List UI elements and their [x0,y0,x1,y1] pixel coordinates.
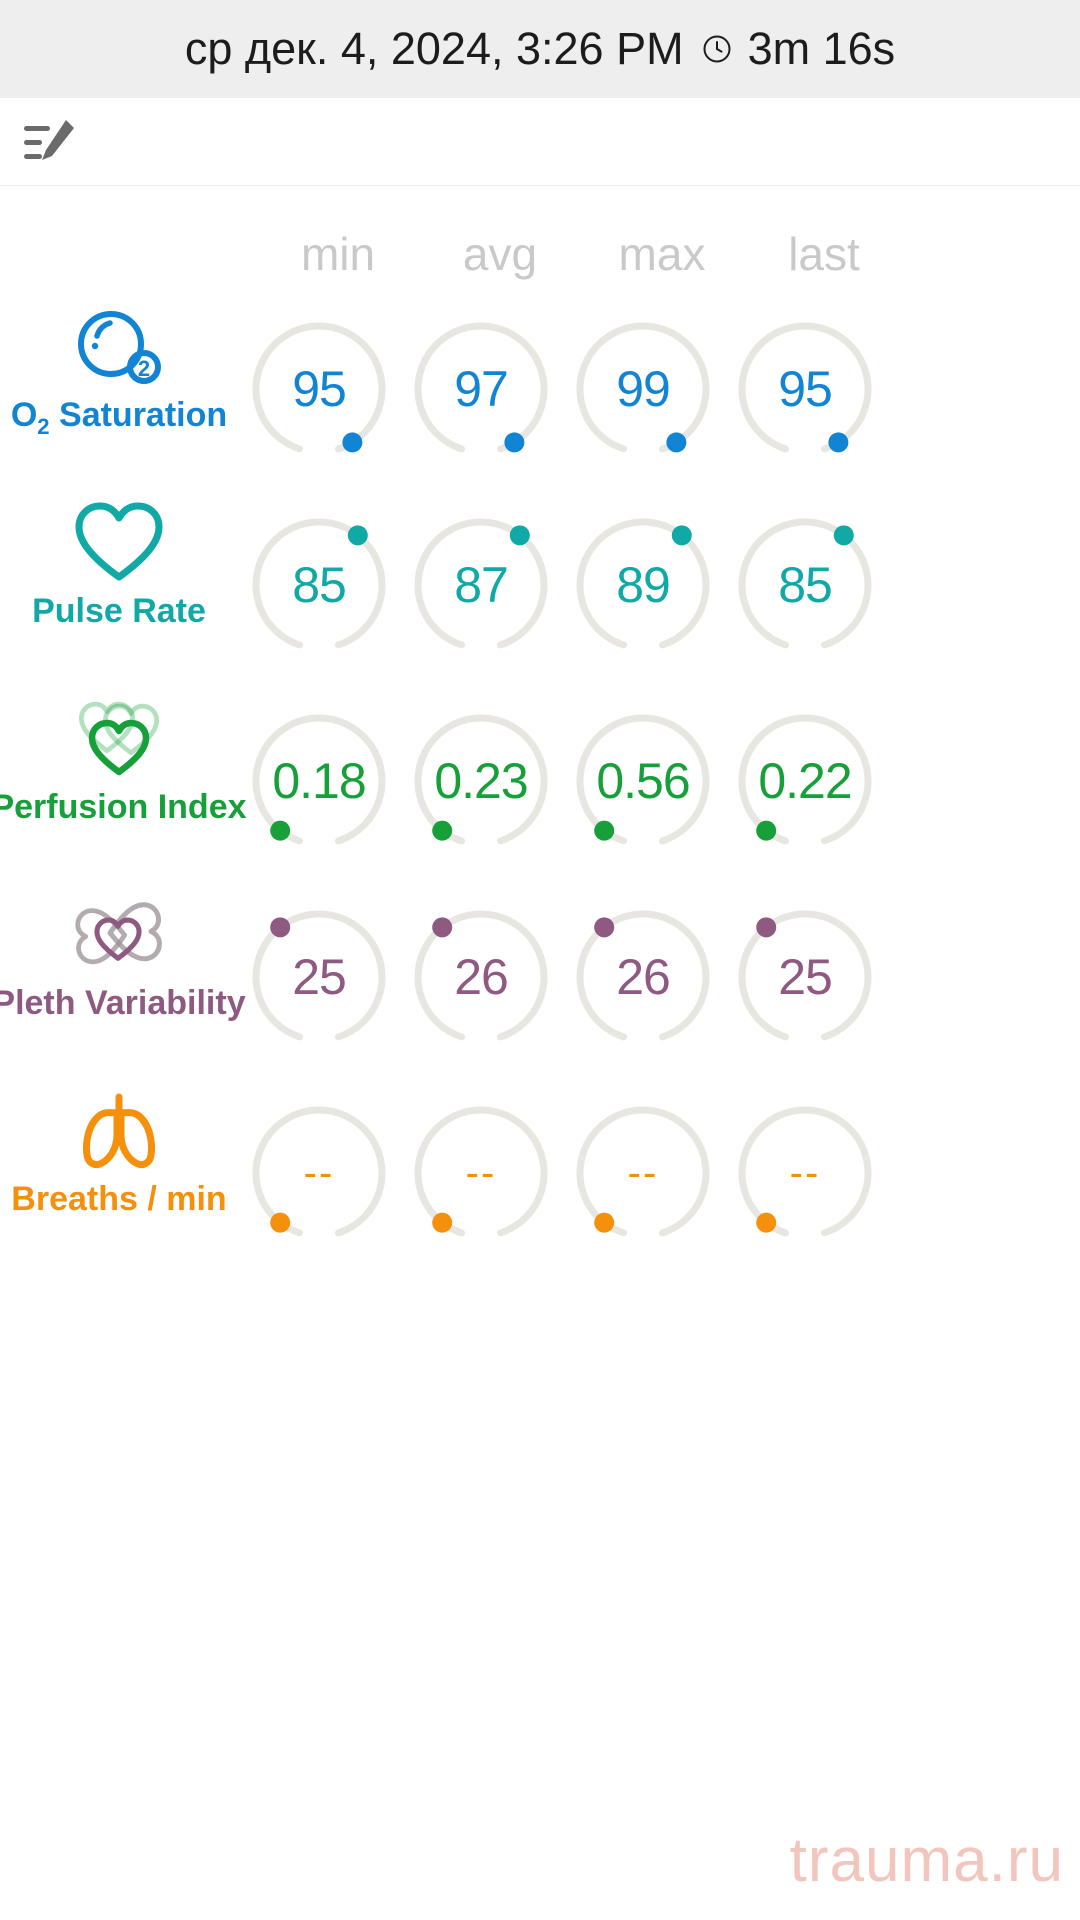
gauge-breaths-min[interactable]: -- [238,1092,400,1254]
gauge-pulse-min[interactable]: 85 [238,504,400,666]
metric-label-breaths: Breaths / min [11,1180,227,1218]
metric-label-pulse: Pulse Rate [32,592,206,630]
gauge-breaths-max[interactable]: -- [562,1092,724,1254]
gauge-spo2-last[interactable]: 95 [724,308,886,470]
metrics-list: 2 O2 Saturation 95 97 99 95 Pulse Rate 85 87 89 85… [0,300,1080,1280]
session-titlebar: ср дек. 4, 2024, 3:26 PM 3m 16s [0,0,1080,98]
gauge-group-spo2: 95 97 99 95 [238,300,1080,496]
gauge-perfusion-max[interactable]: 0.56 [562,700,724,862]
gauge-breaths-avg[interactable]: -- [400,1092,562,1254]
gauge-breaths-last[interactable]: -- [724,1092,886,1254]
gauge-perfusion-last[interactable]: 0.22 [724,700,886,862]
metric-label-spo2: O2 Saturation [10,396,228,439]
metric-header-pleth: Pleth Variability [0,888,246,1084]
triple-heart-icon [64,698,174,780]
metric-row-breaths[interactable]: Breaths / min -- -- -- -- [0,1084,1080,1280]
gauge-spo2-avg[interactable]: 97 [400,308,562,470]
gauge-value-spo2-min: 95 [292,361,347,417]
gauge-group-pulse: 85 87 89 85 [238,496,1080,692]
lungs-icon [64,1090,174,1172]
session-datetime: ср дек. 4, 2024, 3:26 PM [184,23,684,74]
gauge-group-breaths: -- -- -- -- [238,1084,1080,1280]
metric-header-spo2: 2 O2 Saturation [0,300,238,496]
metric-label-perfusion: Perfusion Index [0,788,247,826]
gauge-spo2-max[interactable]: 99 [562,308,724,470]
gauge-group-pleth: 25 26 26 25 [238,888,1080,1084]
gauge-value-breaths-avg: -- [465,1150,497,1195]
gauge-value-pulse-min: 85 [292,557,347,613]
gauge-group-perfusion: 0.18 0.23 0.56 0.22 [238,692,1080,888]
gauge-value-spo2-avg: 97 [454,361,509,417]
session-title: ср дек. 4, 2024, 3:26 PM 3m 16s [185,23,895,75]
gauge-value-spo2-max: 99 [616,361,671,417]
session-duration: 3m 16s [747,23,896,74]
metric-header-breaths: Breaths / min [0,1084,238,1280]
gauge-pleth-last[interactable]: 25 [724,896,886,1058]
metric-row-pulse[interactable]: Pulse Rate 85 87 89 85 [0,496,1080,692]
column-headers: min avg max last [0,222,1080,286]
gauge-value-pleth-last: 25 [778,949,833,1005]
overlapping-hearts-icon [64,894,174,976]
gauge-value-perfusion-avg: 0.23 [434,753,528,809]
gauge-value-perfusion-max: 0.56 [596,753,690,809]
gauge-value-pleth-min: 25 [292,949,347,1005]
gauge-value-spo2-last: 95 [778,361,833,417]
gauge-value-pleth-max: 26 [616,949,671,1005]
gauge-value-perfusion-min: 0.18 [272,753,366,809]
note-toolbar [0,98,1080,186]
gauge-value-pulse-avg: 87 [454,557,509,613]
gauge-pulse-last[interactable]: 85 [724,504,886,666]
watermark: trauma.ru [789,1826,1064,1895]
metric-header-pulse: Pulse Rate [0,496,238,692]
gauge-value-perfusion-last: 0.22 [758,753,852,809]
gauge-perfusion-avg[interactable]: 0.23 [400,700,562,862]
gauge-perfusion-min[interactable]: 0.18 [238,700,400,862]
note-edit-icon[interactable] [22,116,78,170]
metric-row-pleth[interactable]: Pleth Variability 25 26 26 25 [0,888,1080,1084]
gauge-value-breaths-max: -- [627,1150,659,1195]
gauge-value-pulse-last: 85 [778,557,833,613]
column-header-last: last [788,228,860,280]
svg-text:2: 2 [138,356,150,381]
gauge-pulse-max[interactable]: 89 [562,504,724,666]
heart-outline-icon [64,502,174,584]
metric-label-pleth: Pleth Variability [0,984,246,1022]
oxygen-bubble-icon: 2 [64,306,174,388]
gauge-value-breaths-last: -- [789,1150,821,1195]
gauge-pleth-avg[interactable]: 26 [400,896,562,1058]
gauge-pleth-max[interactable]: 26 [562,896,724,1058]
session-summary-screen: ср дек. 4, 2024, 3:26 PM 3m 16s min avg … [0,0,1080,1920]
gauge-value-pleth-avg: 26 [454,949,509,1005]
clock-icon [702,34,732,64]
gauge-value-pulse-max: 89 [616,557,671,613]
gauge-pleth-min[interactable]: 25 [238,896,400,1058]
metric-row-perfusion[interactable]: Perfusion Index 0.18 0.23 0.56 0.22 [0,692,1080,888]
gauge-pulse-avg[interactable]: 87 [400,504,562,666]
metric-row-spo2[interactable]: 2 O2 Saturation 95 97 99 95 [0,300,1080,496]
gauge-value-breaths-min: -- [303,1150,335,1195]
metric-header-perfusion: Perfusion Index [0,692,247,888]
gauge-spo2-min[interactable]: 95 [238,308,400,470]
